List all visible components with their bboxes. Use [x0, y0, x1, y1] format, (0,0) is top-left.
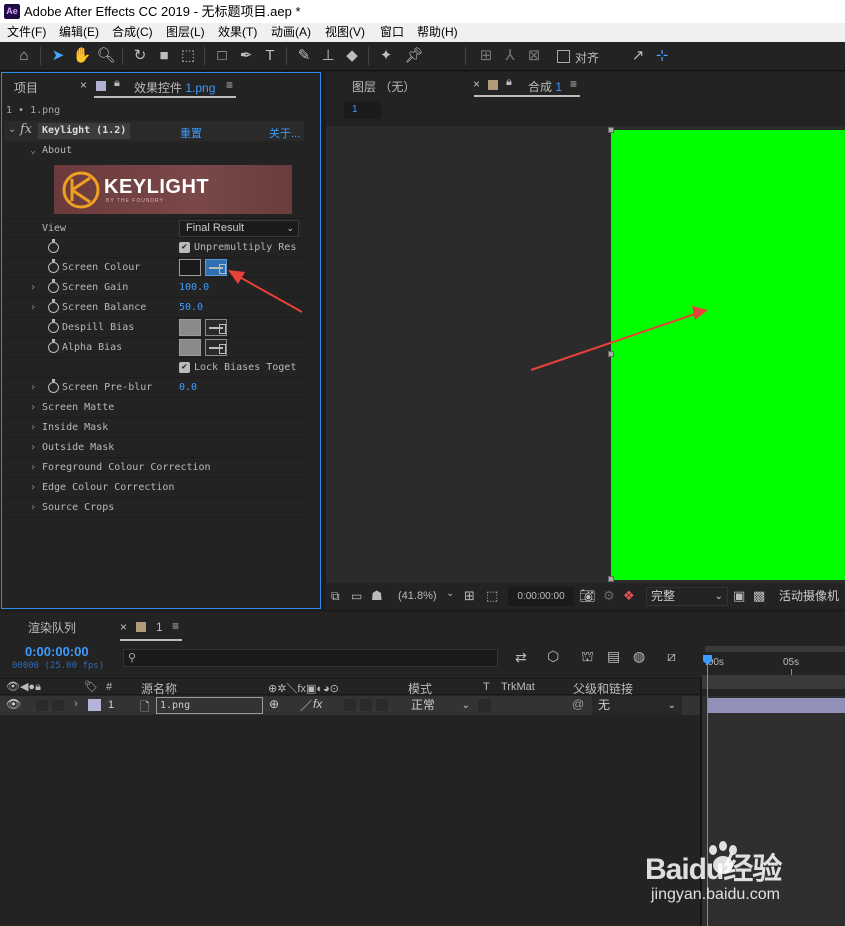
graph-editor-icon[interactable]: ⧄: [667, 648, 676, 665]
shy-layers-icon[interactable]: ⛫: [581, 648, 594, 667]
search-icon: ⚲: [128, 652, 137, 664]
table-row[interactable]: 👁︎ › 1 🗋︎ 1.png ⊕ ／ fx 正常 ⌄ @ 无 ⌄: [0, 696, 700, 715]
active-tab-underline: [120, 639, 182, 641]
parent-value: 无: [598, 698, 611, 712]
column-parent-header[interactable]: 父级和链接: [573, 680, 633, 697]
app-window: Ae Adobe After Effects CC 2019 - 无标题项目.a…: [0, 0, 845, 926]
av-features-icon[interactable]: 👁︎◀●🔒︎: [6, 680, 41, 694]
label-tag-icon[interactable]: 🏷︎: [84, 680, 98, 693]
composition-flowchart-icon[interactable]: ⇄: [515, 649, 527, 666]
trkmat-dropdown[interactable]: [478, 699, 491, 712]
mode-dropdown[interactable]: 正常 ⌄: [407, 696, 474, 715]
column-number-header[interactable]: #: [106, 681, 112, 693]
annotation-arrow-1: [228, 270, 303, 313]
work-area-bar[interactable]: [705, 646, 845, 652]
eye-icon[interactable]: 👁︎: [6, 697, 21, 711]
mode-value: 正常: [411, 698, 436, 712]
chevron-down-icon: ⌄: [461, 700, 470, 711]
column-trkmat-header[interactable]: TrkMat: [501, 681, 535, 693]
fx-switch-icon[interactable]: fx: [313, 697, 322, 711]
panel-menu-icon[interactable]: ≡: [172, 619, 179, 633]
switches-icons[interactable]: ⊕✲＼fx▣◐◕⊙: [268, 680, 339, 696]
tab-render-queue[interactable]: 渲染队列: [28, 619, 76, 636]
ruler-label-5: 05s: [783, 657, 800, 668]
motion-blur-icon[interactable]: ◍: [633, 648, 645, 665]
file-icon: 🗋︎: [140, 700, 150, 714]
timeline-column-headers: 👁︎◀●🔒︎ 🏷︎ # 源名称 ⊕✲＼fx▣◐◕⊙ 模式 T TrkMat 父级…: [0, 678, 700, 697]
pick-whip-icon[interactable]: @: [572, 697, 584, 711]
close-icon[interactable]: ×: [120, 620, 127, 634]
annotation-arrow-2: [530, 306, 708, 371]
column-t-header[interactable]: T: [483, 681, 490, 693]
watermark-url: jingyan.baidu.com: [651, 886, 780, 903]
comp-label-swatch: [136, 622, 146, 632]
quality-switch-icon[interactable]: ／: [300, 697, 312, 714]
layer-switch[interactable]: [376, 699, 388, 711]
baidu-watermark: Baidu经验 jingyan.baidu.com: [645, 838, 845, 918]
timeline-frames: 00000 (25.00 fps): [12, 661, 105, 671]
column-mode-header[interactable]: 模式: [408, 680, 432, 697]
column-source-name-header[interactable]: 源名称: [141, 680, 177, 697]
layer-number: 1: [108, 699, 115, 711]
layer-name-field[interactable]: 1.png: [156, 697, 263, 714]
frame-blending-icon[interactable]: ▤: [607, 648, 620, 665]
layer-clip-bar[interactable]: [707, 698, 845, 713]
shy-switch-icon[interactable]: ⊕: [269, 697, 279, 711]
chevron-down-icon: ⌄: [667, 700, 676, 711]
timeline-timecode[interactable]: 0:00:00:00: [25, 644, 89, 659]
time-ruler[interactable]: :00s 05s: [701, 644, 845, 675]
chevron-right-icon[interactable]: ›: [74, 698, 78, 710]
draft-3d-icon[interactable]: ⬡: [547, 648, 559, 665]
parent-dropdown[interactable]: 无 ⌄: [592, 696, 682, 715]
layer-switch[interactable]: [344, 699, 356, 711]
solo-switch[interactable]: [52, 700, 64, 711]
tab-timeline-comp[interactable]: 1: [156, 620, 163, 634]
layer-label-color[interactable]: [88, 699, 101, 711]
timeline-search-input[interactable]: ⚲: [123, 649, 498, 667]
watermark-brand: Baidu经验: [645, 853, 782, 886]
audio-switch[interactable]: [36, 700, 48, 711]
layer-switch[interactable]: [360, 699, 372, 711]
timeline-navigator[interactable]: [702, 675, 845, 689]
